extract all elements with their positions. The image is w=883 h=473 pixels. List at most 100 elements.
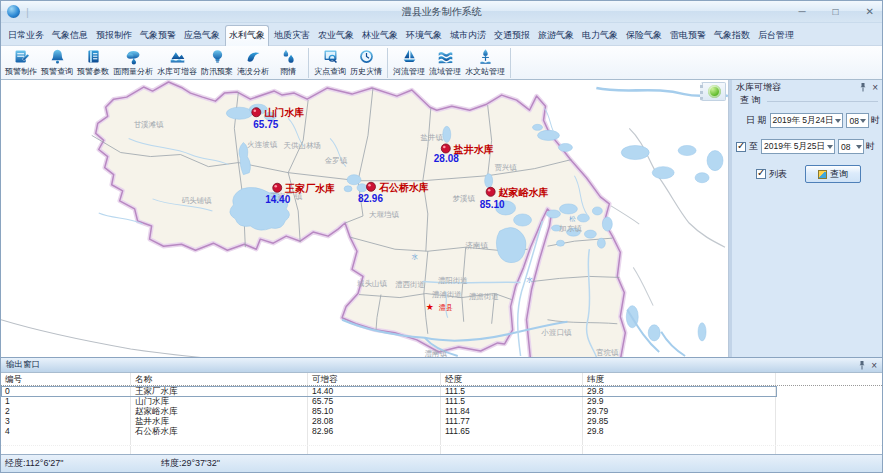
- col-id[interactable]: 编号: [1, 373, 131, 385]
- reservoir-name: 山门水库: [264, 107, 304, 118]
- tab-insurance[interactable]: 保险气象: [623, 26, 665, 45]
- table-row-empty: [1, 436, 882, 446]
- panel-header: 水库可增容 ×: [732, 80, 882, 93]
- table-row[interactable]: 1山门水库65.75111.529.9: [1, 396, 882, 406]
- toolbar-inundation[interactable]: 淹没分析: [235, 48, 271, 77]
- tab-power[interactable]: 电力气象: [579, 26, 621, 45]
- town-label: 天供山林场: [284, 141, 321, 150]
- county-boundary: [96, 82, 626, 357]
- river-label: 水: [526, 276, 533, 283]
- reservoir-icon: [169, 48, 186, 65]
- toolbar-disaster-query[interactable]: 灾点查询: [312, 48, 348, 77]
- date-from-select[interactable]: 2019年 5月24日: [770, 113, 844, 128]
- toolbar: 预警制作 预警查询 预警参数 面雨量分析 水库可增容 防汛预案 淹没分析 雨情: [1, 45, 882, 80]
- list-checkbox[interactable]: [756, 169, 766, 179]
- town-label: 码头铺镇: [182, 196, 212, 205]
- table-row[interactable]: 3盐井水库28.08111.7729.85: [1, 416, 882, 426]
- list-label: 列表: [769, 168, 787, 181]
- town-label: 澧西街道: [395, 280, 425, 289]
- dropdown-arrow-icon: [854, 142, 863, 152]
- toolbar-separator: [387, 48, 388, 78]
- table-row[interactable]: 0王家厂水库14.40111.529.8: [1, 386, 882, 396]
- tab-water[interactable]: 水利气象: [225, 25, 269, 46]
- book-icon: [85, 48, 102, 65]
- table-row-empty: [1, 446, 882, 454]
- query-button[interactable]: 查询: [805, 165, 861, 183]
- toolbar-separator: [510, 48, 511, 78]
- col-name[interactable]: 名称: [131, 373, 308, 385]
- output-title: 输出窗口: [6, 359, 40, 371]
- sailboat-icon: [401, 48, 418, 65]
- town-label: 澧南镇: [425, 349, 448, 357]
- raindrops-icon: [280, 48, 297, 65]
- history-clock-icon: [358, 48, 375, 65]
- bulb-icon: [209, 48, 226, 65]
- county-seat-marker: ★ 澧县: [426, 302, 453, 312]
- hour-suffix: 时: [866, 140, 875, 153]
- town-label: 梦溪镇: [453, 194, 476, 203]
- tab-urban-flood[interactable]: 城市内涝: [447, 26, 489, 45]
- table-row[interactable]: 4石公桥水库82.96111.6529.8: [1, 426, 882, 436]
- separator: [767, 101, 878, 102]
- tab-daily[interactable]: 日常业务: [5, 26, 47, 45]
- reservoir-name: 王家厂水库: [284, 183, 335, 194]
- town-label: 火连坡镇: [247, 140, 277, 149]
- status-longitude: 经度:112°6'27": [1, 457, 161, 470]
- output-window: 输出窗口 × 编号 名称 可增容 经度 纬度 0王家厂水库14.40111.52…: [1, 357, 882, 454]
- tab-agriculture[interactable]: 农业气象: [315, 26, 357, 45]
- col-latitude[interactable]: 纬度: [583, 373, 776, 385]
- to-checkbox[interactable]: [736, 142, 746, 152]
- col-longitude[interactable]: 经度: [441, 373, 583, 385]
- cloud-rain-icon: [125, 48, 142, 65]
- toolbar-hydro-station[interactable]: 水文站管理: [463, 48, 507, 77]
- panel-close-icon[interactable]: ×: [872, 82, 878, 93]
- toolbar-warning-query[interactable]: 预警查询: [39, 48, 75, 77]
- town-label: 城头山镇: [356, 279, 387, 288]
- hour-from-select[interactable]: 08: [846, 113, 868, 128]
- waves-icon: [437, 48, 454, 65]
- toolbar-history-disaster[interactable]: 历史灾情: [348, 48, 384, 77]
- output-table: 编号 名称 可增容 经度 纬度 0王家厂水库14.40111.529.8 1山门…: [1, 373, 882, 454]
- panel-title: 水库可增容: [736, 81, 781, 94]
- toolbar-basin-mgmt[interactable]: 流域管理: [427, 48, 463, 77]
- tab-lightning[interactable]: 雷电预警: [667, 26, 709, 45]
- reservoir-value: 14.40: [265, 194, 290, 205]
- town-label: 金罗镇: [325, 156, 348, 165]
- tab-environment[interactable]: 环境气象: [403, 26, 445, 45]
- toolbar-flood-plan[interactable]: 防汛预案: [199, 48, 235, 77]
- col-capacity[interactable]: 可增容: [308, 373, 441, 385]
- map-canvas[interactable]: 甘溪滩镇 火连坡镇 天供山林场 金罗镇 码头铺镇 王家厂 镇 盐井镇 贾兴镇 梦…: [1, 80, 729, 357]
- tab-forecast[interactable]: 预报制作: [93, 26, 135, 45]
- hour-suffix: 时: [871, 114, 880, 127]
- tab-traffic[interactable]: 交通预报: [491, 26, 533, 45]
- tab-index[interactable]: 气象指数: [711, 26, 753, 45]
- hour-to-select[interactable]: 08: [838, 139, 864, 154]
- tab-met-info[interactable]: 气象信息: [49, 26, 91, 45]
- toolbar-rain-info[interactable]: 雨情: [271, 48, 305, 77]
- ribbon-tabs: 日常业务 气象信息 预报制作 气象预警 应急气象 水利气象 地质灾害 农业气象 …: [1, 23, 882, 45]
- pin-icon[interactable]: [858, 361, 866, 370]
- tab-warning[interactable]: 气象预警: [137, 26, 179, 45]
- toolbar-warning-create[interactable]: 预警制作: [3, 48, 39, 77]
- output-title-bar: 输出窗口 ×: [1, 358, 882, 373]
- tab-geo-disaster[interactable]: 地质灾害: [271, 26, 313, 45]
- toolbar-warning-params[interactable]: 预警参数: [75, 48, 111, 77]
- date-to-select[interactable]: 2019年 5月25日: [761, 139, 835, 154]
- app-window: | 澧县业务制作系统 ─ □ ✕ 日常业务 气象信息 预报制作 气象预警 应急气…: [0, 0, 883, 473]
- river-label: 水: [412, 253, 419, 260]
- tab-emergency[interactable]: 应急气象: [181, 26, 223, 45]
- toolbar-reservoir-capacity[interactable]: 水库可增容: [155, 48, 199, 77]
- town-label: 甘溪滩镇: [134, 120, 164, 129]
- tab-admin[interactable]: 后台管理: [755, 26, 797, 45]
- tab-tourism[interactable]: 旅游气象: [535, 26, 577, 45]
- pin-icon[interactable]: [859, 83, 867, 92]
- window-title: 澧县业务制作系统: [1, 5, 882, 19]
- toolbar-areal-rain[interactable]: 面雨量分析: [111, 48, 155, 77]
- map-locate-button[interactable]: [700, 82, 726, 101]
- output-close-icon[interactable]: ×: [871, 360, 877, 371]
- svg-text:★: ★: [426, 302, 434, 312]
- tab-forestry[interactable]: 林业气象: [359, 26, 401, 45]
- toolbar-river-mgmt[interactable]: 河流管理: [391, 48, 427, 77]
- dropdown-arrow-icon: [859, 116, 868, 126]
- table-row[interactable]: 2赵家峪水库85.10111.8429.79: [1, 406, 882, 416]
